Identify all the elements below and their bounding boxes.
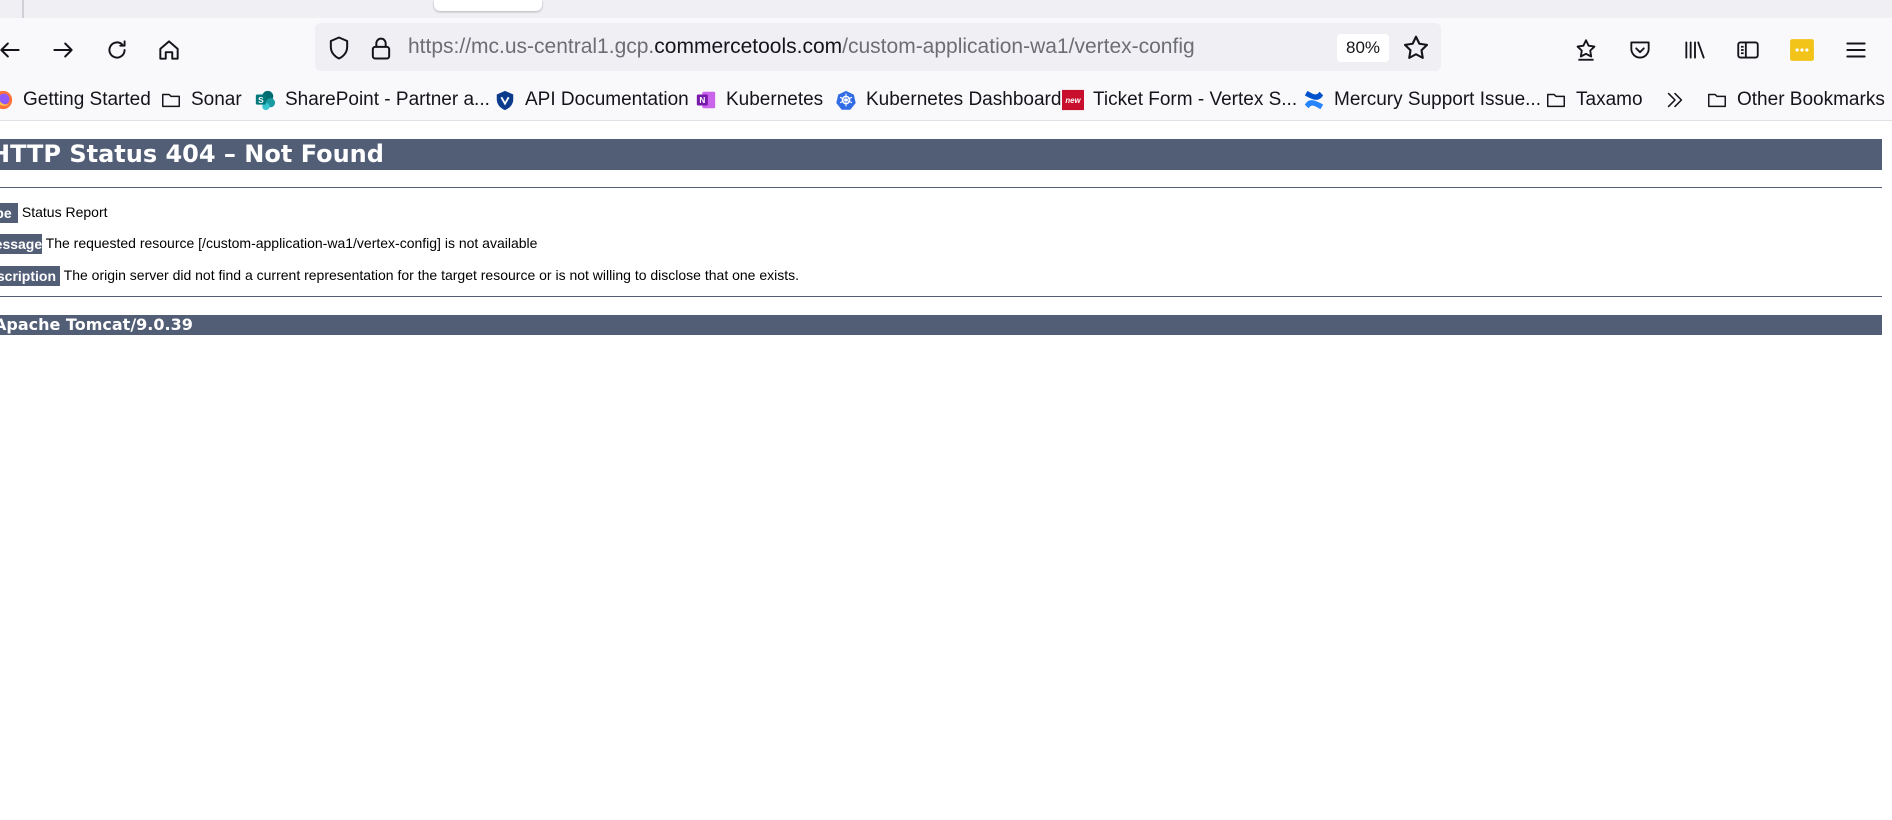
reload-icon	[108, 40, 126, 59]
svg-text:S: S	[258, 96, 264, 105]
back-button[interactable]	[0, 32, 28, 68]
pocket-icon	[1630, 41, 1650, 59]
message-label: Message	[0, 236, 42, 252]
bookmark-kubernetes[interactable]: N Kubernetes	[695, 86, 823, 114]
servicenow-icon: new	[1062, 89, 1084, 111]
sidebar-button[interactable]	[1730, 32, 1766, 68]
description-label-box: Description	[0, 266, 60, 286]
home-icon	[159, 40, 179, 60]
svg-text:N: N	[699, 96, 705, 105]
bookmark-label: SharePoint - Partner a...	[285, 89, 490, 110]
bookmark-api-documentation[interactable]: API Documentation	[494, 86, 689, 114]
bookmark-sonar[interactable]: Sonar	[160, 86, 242, 114]
svg-text:new: new	[1065, 96, 1081, 105]
bookmark-label: Ticket Form - Vertex S...	[1093, 89, 1298, 110]
hamburger-menu-icon	[1846, 42, 1866, 58]
forward-button[interactable]	[45, 32, 81, 68]
address-bar[interactable]: https://mc.us-central1.gcp.commercetools…	[315, 23, 1441, 71]
bookmark-sharepoint[interactable]: S SharePoint - Partner a...	[254, 86, 490, 114]
bookmark-label: Getting Started	[23, 89, 151, 110]
url-path: /custom-application-wa1/vertex-config	[842, 35, 1195, 58]
extension-button[interactable]	[1784, 32, 1820, 68]
description-value: The origin server did not find a current…	[63, 267, 800, 283]
bookmark-label: Kubernetes Dashboard	[866, 89, 1062, 110]
reload-button[interactable]	[99, 32, 135, 68]
bookmark-getting-started[interactable]: Getting Started	[0, 86, 151, 114]
page-title: HTTP Status 404 – Not Found	[0, 140, 384, 168]
type-label: Type	[0, 205, 12, 221]
type-label-box: Type	[0, 203, 18, 223]
double-chevron-right-icon	[1664, 89, 1686, 111]
home-button[interactable]	[151, 32, 187, 68]
bookmark-taxamo[interactable]: Taxamo	[1545, 86, 1643, 114]
folder-icon	[160, 89, 182, 111]
bookmark-label: Mercury Support Issue...	[1334, 89, 1541, 110]
pocket-button[interactable]	[1622, 32, 1658, 68]
sidebar-icon	[1737, 41, 1759, 59]
page-content: HTTP Status 404 – Not Found Type Status …	[0, 121, 1892, 820]
lock-icon[interactable]	[367, 34, 395, 62]
navigation-toolbar: https://mc.us-central1.gcp.commercetools…	[0, 18, 1892, 80]
bookmark-star-icon[interactable]	[1401, 33, 1431, 63]
library-icon	[1685, 41, 1705, 59]
server-version: Apache Tomcat/9.0.39	[0, 315, 193, 334]
onenote-icon: N	[695, 89, 717, 111]
bookmark-label: Other Bookmarks	[1737, 89, 1885, 110]
firefox-icon	[0, 89, 14, 111]
folder-icon	[1706, 89, 1728, 111]
bookmarks-toolbar: Getting Started Sonar S SharePoint - Par…	[0, 80, 1892, 121]
url-domain: commercetools.com	[654, 35, 843, 58]
saved-to-pocket-button[interactable]	[1568, 32, 1604, 68]
bookmark-mercury-support[interactable]: Mercury Support Issue...	[1303, 86, 1541, 114]
arrow-right-icon	[53, 42, 73, 58]
bookmark-kubernetes-dashboard[interactable]: Kubernetes Dashboard	[835, 86, 1061, 114]
error-title-bar: HTTP Status 404 – Not Found	[0, 139, 1882, 170]
folder-icon	[1545, 89, 1567, 111]
arrow-left-icon	[0, 42, 20, 58]
bookmarks-overflow-button[interactable]	[1664, 86, 1695, 114]
zoom-indicator[interactable]: 80%	[1337, 34, 1389, 62]
message-value: The requested resource [/custom-applicat…	[45, 235, 538, 251]
description-label: Description	[0, 268, 57, 284]
star-list-icon	[1576, 39, 1596, 61]
tab-divider	[22, 0, 24, 18]
active-tab[interactable]	[434, 0, 542, 11]
sharepoint-icon: S	[254, 89, 276, 111]
bookmark-label: Kubernetes	[726, 89, 824, 110]
url-text[interactable]: https://mc.us-central1.gcp.commercetools…	[408, 35, 1195, 59]
type-row: Type Status Report	[0, 203, 108, 223]
bookmark-ticket-form[interactable]: new Ticket Form - Vertex S...	[1062, 86, 1297, 114]
bookmark-other-bookmarks[interactable]: Other Bookmarks	[1706, 86, 1885, 114]
bookmark-label: Taxamo	[1576, 89, 1643, 110]
tab-strip	[0, 0, 1892, 18]
message-row: Message The requested resource [/custom-…	[0, 234, 538, 254]
kubernetes-icon	[835, 89, 857, 111]
app-menu-button[interactable]	[1838, 32, 1874, 68]
bookmark-label: API Documentation	[525, 89, 689, 110]
library-button[interactable]	[1677, 32, 1713, 68]
extension-badge-icon	[1790, 39, 1814, 61]
message-label-box: Message	[0, 234, 42, 254]
description-row: Description The origin server did not fi…	[0, 266, 800, 286]
tracking-protection-icon[interactable]	[325, 34, 353, 62]
confluence-icon	[1303, 89, 1325, 111]
url-prefix: https://mc.us-central1.gcp.	[408, 35, 655, 58]
type-value: Status Report	[21, 204, 108, 220]
bookmark-label: Sonar	[191, 89, 242, 110]
divider	[0, 296, 1882, 297]
server-footer-bar: Apache Tomcat/9.0.39	[0, 315, 1882, 335]
divider	[0, 187, 1882, 188]
shield-logo-icon	[494, 89, 516, 111]
